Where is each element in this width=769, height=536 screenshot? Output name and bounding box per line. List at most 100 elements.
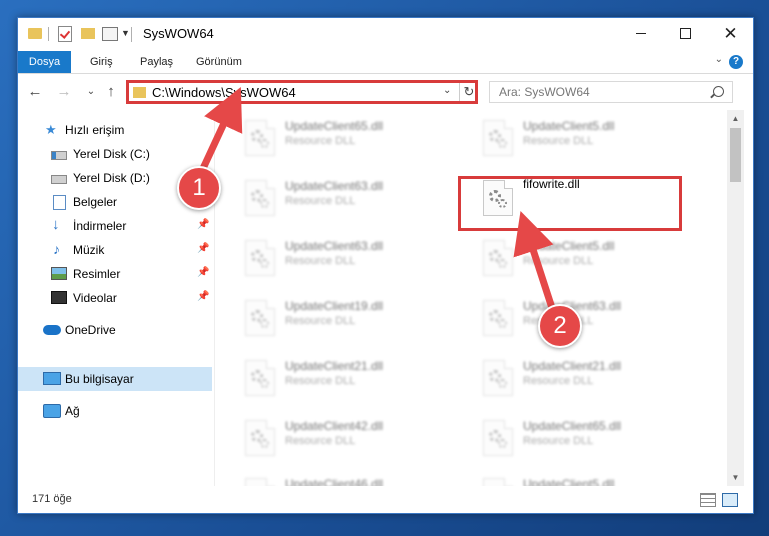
file-name: UpdateClient5.dll <box>523 119 615 133</box>
dll-file-icon <box>483 478 513 486</box>
sidebar-item-videos[interactable]: Videolar 📌 <box>18 286 212 310</box>
dll-file-icon <box>483 240 513 276</box>
sidebar-item-onedrive[interactable]: OneDrive <box>18 318 212 342</box>
dll-file-icon <box>245 240 275 276</box>
computer-icon <box>43 372 61 385</box>
file-name: UpdateClient42.dll <box>285 419 384 433</box>
documents-icon <box>53 195 66 210</box>
refresh-icon[interactable]: ↻ <box>459 83 478 101</box>
file-type: Resource DLL <box>285 135 356 147</box>
sidebar-item-label: Yerel Disk (C:) <box>73 147 150 161</box>
expand-ribbon-icon[interactable]: ⌄ <box>715 54 723 65</box>
properties-check-icon[interactable] <box>58 26 72 42</box>
address-dropdown-icon[interactable]: ⌄ <box>443 85 451 96</box>
sidebar-item-this-pc[interactable]: Bu bilgisayar <box>18 367 212 391</box>
minimize-button[interactable] <box>618 18 663 51</box>
quick-access-dropdown-icon[interactable]: ▼ <box>121 28 130 44</box>
new-folder-icon[interactable] <box>81 28 95 39</box>
pin-icon[interactable]: 📌 <box>197 291 209 302</box>
file-name: UpdateClient63.dll <box>285 179 384 193</box>
dll-file-icon <box>483 360 513 396</box>
sidebar-item-quick-access[interactable]: ★ Hızlı erişim <box>18 118 212 142</box>
step-1-badge: 1 <box>177 166 221 210</box>
file-type: Resource DLL <box>285 255 356 267</box>
navigation-bar: ← → ⌄ ↑ C:\Windows\SysWOW64 ⌄ ↻ Ara: Sys… <box>18 74 753 110</box>
sidebar-item-label: Videolar <box>73 291 117 305</box>
toolbar-divider <box>48 27 49 41</box>
close-icon: ✕ <box>723 24 738 43</box>
sidebar-item-downloads[interactable]: ↓ İndirmeler 📌 <box>18 214 212 238</box>
search-icon[interactable] <box>713 86 724 97</box>
pictures-icon <box>51 267 67 280</box>
file-type: Resource DLL <box>523 135 594 147</box>
sidebar-item-label: Hızlı erişim <box>65 123 125 137</box>
folder-icon <box>133 87 146 98</box>
sidebar-item-label: Belgeler <box>73 195 118 209</box>
dll-file-icon <box>245 360 275 396</box>
file-name: UpdateClient5.dll <box>523 239 615 253</box>
file-type: Resource DLL <box>285 195 356 207</box>
help-icon[interactable]: ? <box>729 55 743 69</box>
sidebar-item-pictures[interactable]: Resimler 📌 <box>18 262 212 286</box>
vertical-scrollbar[interactable]: ▲ ▼ <box>727 110 744 486</box>
address-bar[interactable]: C:\Windows\SysWOW64 ⌄ ↻ <box>126 80 478 104</box>
address-path[interactable]: C:\Windows\SysWOW64 <box>152 85 296 100</box>
drive-icon <box>51 151 67 160</box>
quick-access-properties-icon[interactable] <box>102 27 118 41</box>
file-name: UpdateClient5.dll <box>523 477 615 486</box>
sidebar-item-network[interactable]: Ağ <box>18 399 212 423</box>
pin-icon[interactable]: 📌 <box>197 267 209 278</box>
cloud-icon <box>43 325 61 335</box>
search-placeholder: Ara: SysWOW64 <box>499 85 590 99</box>
file-type: Resource DLL <box>285 435 356 447</box>
sidebar-item-music[interactable]: ♪ Müzik 📌 <box>18 238 212 262</box>
file-name: UpdateClient21.dll <box>523 359 622 373</box>
star-icon: ★ <box>45 122 57 137</box>
network-icon <box>43 404 61 418</box>
sidebar-item-label: OneDrive <box>65 323 116 337</box>
search-input[interactable]: Ara: SysWOW64 <box>489 81 733 103</box>
large-icons-view-icon[interactable] <box>722 493 738 507</box>
dll-file-icon <box>245 120 275 156</box>
tab-share[interactable]: Paylaş <box>140 51 173 73</box>
maximize-button[interactable] <box>663 18 708 51</box>
close-button[interactable]: ✕ <box>708 18 753 51</box>
dll-file-icon <box>245 180 275 216</box>
step-2-badge: 2 <box>538 304 582 348</box>
window-title: SysWOW64 <box>143 26 214 41</box>
highlight-box-fifowrite <box>458 176 682 231</box>
folder-icon <box>28 28 42 39</box>
dll-file-icon <box>483 120 513 156</box>
sidebar-item-label: Yerel Disk (D:) <box>73 171 150 185</box>
up-arrow-icon[interactable]: ↑ <box>102 83 120 100</box>
scroll-thumb[interactable] <box>730 128 741 182</box>
dll-file-icon <box>483 300 513 336</box>
title-divider <box>131 27 132 42</box>
pin-icon[interactable]: 📌 <box>197 219 209 230</box>
details-view-icon[interactable] <box>700 493 716 507</box>
pin-icon[interactable]: 📌 <box>197 243 209 254</box>
music-icon: ♪ <box>53 241 60 257</box>
file-name: UpdateClient65.dll <box>285 119 384 133</box>
scroll-down-icon[interactable]: ▼ <box>727 469 744 486</box>
title-bar: ▼ SysWOW64 ✕ <box>18 18 753 51</box>
back-arrow-icon[interactable]: ← <box>26 83 44 100</box>
scroll-up-icon[interactable]: ▲ <box>727 110 744 127</box>
dll-file-icon <box>483 420 513 456</box>
tab-file[interactable]: Dosya <box>18 51 71 73</box>
sidebar-item-label: Bu bilgisayar <box>65 372 134 386</box>
file-type: Resource DLL <box>523 375 594 387</box>
sidebar-item-label: Ağ <box>65 404 80 418</box>
download-icon: ↓ <box>52 216 60 233</box>
recent-locations-icon[interactable]: ⌄ <box>82 86 100 97</box>
file-type: Resource DLL <box>285 375 356 387</box>
videos-icon <box>51 291 67 304</box>
maximize-icon <box>680 28 691 40</box>
forward-arrow-icon[interactable]: → <box>55 83 73 100</box>
tab-view[interactable]: Görünüm <box>196 51 242 73</box>
minimize-icon <box>635 33 646 35</box>
tab-home[interactable]: Giriş <box>90 51 113 73</box>
sidebar-item-label: İndirmeler <box>73 219 127 233</box>
sidebar-item-local-disk-c[interactable]: Yerel Disk (C:) <box>18 142 212 166</box>
dll-file-icon <box>245 300 275 336</box>
